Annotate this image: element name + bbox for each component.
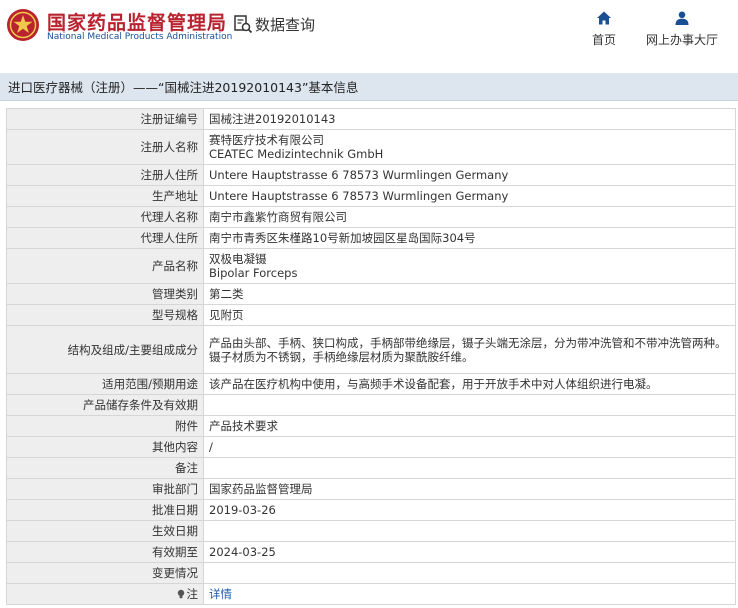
row-label: 适用范围/预期用途: [6, 373, 204, 395]
nmpa-emblem-icon: [7, 9, 39, 41]
table-row: 产品储存条件及有效期: [6, 394, 736, 416]
row-value: [203, 562, 736, 584]
logo-title-en: National Medical Products Administration: [47, 32, 233, 42]
row-value: Untere Hauptstrasse 6 78573 Wurmlingen G…: [203, 185, 736, 207]
site-header: 国家药品监督管理局 National Medical Products Admi…: [0, 0, 738, 62]
table-row: 有效期至 2024-03-25: [6, 541, 736, 563]
row-label: 注册人住所: [6, 164, 204, 186]
row-value: [203, 394, 736, 416]
row-value: Untere Hauptstrasse 6 78573 Wurmlingen G…: [203, 164, 736, 186]
row-value: 国家药品监督管理局: [203, 478, 736, 500]
row-label: 型号规格: [6, 304, 204, 326]
row-label: 变更情况: [6, 562, 204, 584]
row-value-line: 双极电凝镊: [209, 252, 267, 266]
row-value: 第二类: [203, 283, 736, 305]
table-row: 产品名称 双极电凝镊 Bipolar Forceps: [6, 248, 736, 284]
row-label: 备注: [6, 457, 204, 479]
table-row: 代理人名称 南宁市鑫紫竹商贸有限公司: [6, 206, 736, 228]
row-value: /: [203, 436, 736, 458]
row-value: [203, 457, 736, 479]
row-value: 详情: [203, 583, 736, 605]
data-query-label: 数据查询: [255, 15, 316, 34]
row-label: 批准日期: [6, 499, 204, 521]
row-label: 生产地址: [6, 185, 204, 207]
table-row: 变更情况: [6, 562, 736, 584]
data-query-link[interactable]: 数据查询: [233, 13, 315, 35]
table-row: 结构及组成/主要组成成分 产品由头部、手柄、狭口构成，手柄部带绝缘层，镊子头端无…: [6, 325, 736, 374]
row-value: 双极电凝镊 Bipolar Forceps: [203, 248, 736, 284]
table-row: 管理类别 第二类: [6, 283, 736, 305]
data-search-icon: [234, 15, 253, 34]
row-value: [203, 520, 736, 542]
row-label: 管理类别: [6, 283, 204, 305]
home-icon: [597, 11, 611, 25]
row-value-line: 镊子材质为不锈钢，手柄绝缘层材质为聚酰胺纤维。: [209, 349, 474, 364]
row-label-note: 注: [6, 583, 204, 605]
table-row: 生效日期: [6, 520, 736, 542]
row-value-line: CEATEC Medizintechnik GmbH: [209, 147, 384, 161]
logo-title-cn: 国家药品监督管理局: [47, 12, 228, 34]
row-label: 附件: [6, 415, 204, 437]
row-label: 产品名称: [6, 248, 204, 284]
row-value-line: 赛特医疗技术有限公司: [209, 133, 324, 147]
row-label: 生效日期: [6, 520, 204, 542]
row-label: 审批部门: [6, 478, 204, 500]
nav-online-label: 网上办事大厅: [646, 33, 719, 47]
nav-home[interactable]: 首页: [592, 10, 616, 48]
table-row: 审批部门 国家药品监督管理局: [6, 478, 736, 500]
row-value: 产品由头部、手柄、狭口构成，手柄部带绝缘层，镊子头端无涂层，分为带冲洗管和不带冲…: [203, 325, 736, 374]
row-value: 南宁市青秀区朱槿路10号新加坡园区星岛国际304号: [203, 227, 736, 249]
user-icon: [675, 11, 689, 25]
table-row: 附件 产品技术要求: [6, 415, 736, 437]
nav-home-label: 首页: [592, 33, 617, 47]
table-row: 注册人住所 Untere Hauptstrasse 6 78573 Wurmli…: [6, 164, 736, 186]
row-label: 其他内容: [6, 436, 204, 458]
row-label: 产品储存条件及有效期: [6, 394, 204, 416]
row-label: 注册证编号: [6, 108, 204, 130]
nav-online-service-hall[interactable]: 网上办事大厅: [646, 10, 718, 48]
row-value: 该产品在医疗机构中使用，与高频手术设备配套，用于开放手术中对人体组织进行电凝。: [203, 373, 736, 395]
table-row: 注册人名称 赛特医疗技术有限公司 CEATEC Medizintechnik Gm…: [6, 129, 736, 165]
table-row: 代理人住所 南宁市青秀区朱槿路10号新加坡园区星岛国际304号: [6, 227, 736, 249]
row-label: 注册人名称: [6, 129, 204, 165]
row-value: 产品技术要求: [203, 415, 736, 437]
bulb-icon: [177, 589, 184, 599]
table-row: 注 详情: [6, 583, 736, 605]
row-label: 结构及组成/主要组成成分: [6, 325, 204, 374]
row-value-line: 产品由头部、手柄、狭口构成，手柄部带绝缘层，镊子头端无涂层，分为带冲洗管和不带冲…: [209, 335, 727, 350]
row-value: 国械注进20192010143: [203, 108, 736, 130]
table-row: 生产地址 Untere Hauptstrasse 6 78573 Wurmlin…: [6, 185, 736, 207]
row-value: 见附页: [203, 304, 736, 326]
table-row: 备注: [6, 457, 736, 479]
registration-info-table: 注册证编号 国械注进20192010143 注册人名称 赛特医疗技术有限公司 CE…: [6, 108, 736, 605]
row-value: 2019-03-26: [203, 499, 736, 521]
table-row: 适用范围/预期用途 该产品在医疗机构中使用，与高频手术设备配套，用于开放手术中对…: [6, 373, 736, 395]
table-row: 注册证编号 国械注进20192010143: [6, 108, 736, 130]
table-row: 批准日期 2019-03-26: [6, 499, 736, 521]
page-title: 进口医疗器械（注册）——“国械注进20192010143”基本信息: [0, 73, 738, 101]
note-label-text: 注: [186, 587, 199, 601]
table-row: 其他内容 /: [6, 436, 736, 458]
row-label: 有效期至: [6, 541, 204, 563]
row-value: 2024-03-25: [203, 541, 736, 563]
row-label: 代理人名称: [6, 206, 204, 228]
row-value-line: Bipolar Forceps: [209, 266, 298, 280]
row-value: 赛特医疗技术有限公司 CEATEC Medizintechnik GmbH: [203, 129, 736, 165]
row-label: 代理人住所: [6, 227, 204, 249]
details-link[interactable]: 详情: [209, 587, 232, 601]
table-row: 型号规格 见附页: [6, 304, 736, 326]
row-value: 南宁市鑫紫竹商贸有限公司: [203, 206, 736, 228]
